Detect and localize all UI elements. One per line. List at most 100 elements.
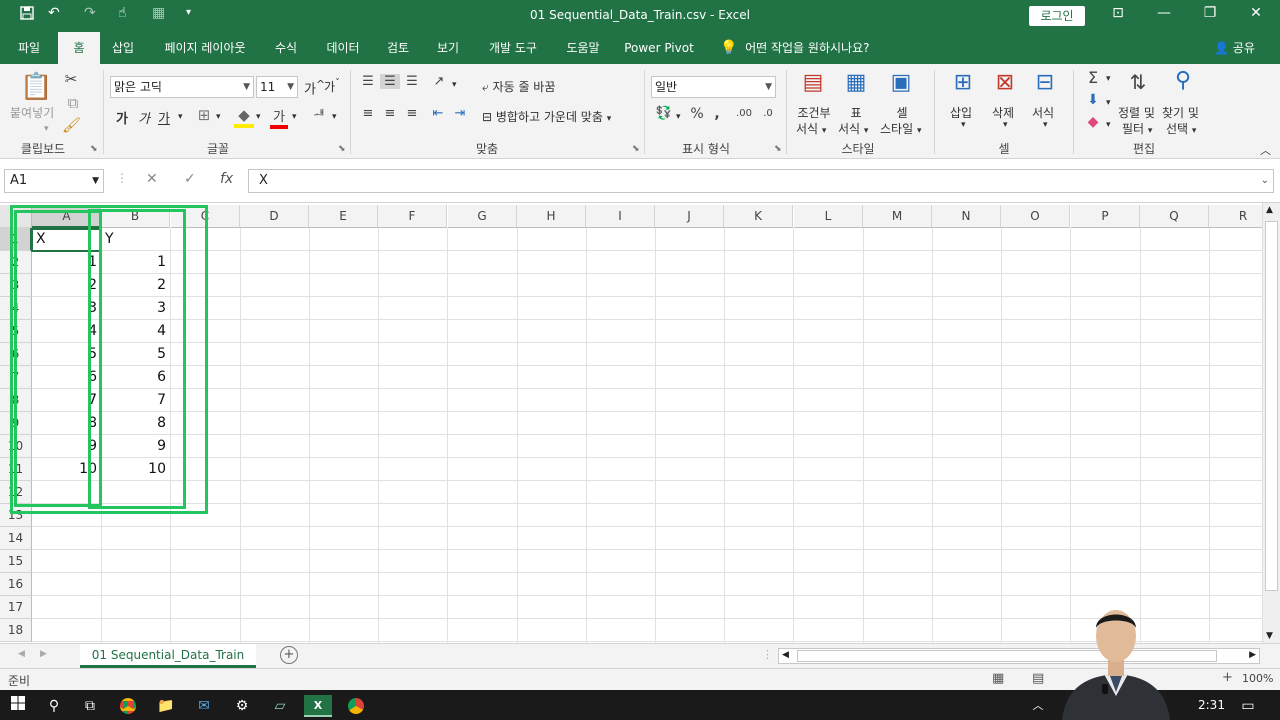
column-header-M[interactable]: M — [863, 205, 932, 228]
column-header-I[interactable]: I — [586, 205, 655, 228]
file-explorer-icon[interactable]: 📁 — [152, 695, 180, 717]
conditional-format-icon[interactable]: ▤ — [798, 70, 828, 95]
row-header-17[interactable]: 17 — [0, 596, 32, 619]
align-right-icon[interactable]: ≡ — [402, 106, 422, 121]
chrome-icon-2[interactable] — [342, 695, 370, 717]
tab-help[interactable]: 도움말 — [556, 32, 610, 64]
column-header-K[interactable]: K — [724, 205, 793, 228]
paste-dropdown-icon[interactable]: ▾ — [44, 124, 49, 134]
row-header-15[interactable]: 15 — [0, 550, 32, 573]
expand-formula-icon[interactable]: ⌄ — [1261, 170, 1269, 192]
number-launcher-icon[interactable]: ⬊ — [774, 144, 782, 154]
add-sheet-icon[interactable]: + — [280, 646, 298, 664]
column-header-F[interactable]: F — [378, 205, 447, 228]
find-select-icon[interactable]: ⚲ — [1168, 68, 1198, 93]
notification-icon[interactable]: ▭ — [1234, 695, 1262, 717]
worksheet-grid[interactable]: ABCDEFGHIJKLMNOPQR 1 2 3 4 5 6 7 8 9 10 11 12 13 14 15… — [0, 203, 1262, 643]
underline-dropdown-icon[interactable]: ▾ — [178, 112, 183, 122]
fill-dropdown-icon[interactable]: ▾ — [256, 112, 261, 122]
font-size-combo[interactable]: 11 ▼ — [256, 76, 298, 98]
underline-button[interactable]: 가 — [158, 108, 170, 127]
column-header-G[interactable]: G — [448, 205, 517, 228]
collapse-ribbon-icon[interactable]: ︿ — [1260, 142, 1271, 158]
fill-color-icon[interactable]: ◆ — [234, 106, 254, 128]
align-bottom-icon[interactable]: ☰ — [402, 74, 422, 89]
tab-page-layout[interactable]: 페이지 레이아웃 — [152, 32, 258, 64]
close-icon[interactable]: ✕ — [1233, 5, 1279, 21]
orientation-dropdown-icon[interactable]: ▾ — [452, 80, 457, 90]
phonetic-dropdown-icon[interactable]: ▾ — [332, 112, 337, 122]
notepad-icon[interactable]: ▱ — [266, 695, 294, 717]
increase-decimal-icon[interactable]: .00 — [734, 108, 754, 119]
prev-sheet-icon[interactable]: ◀ — [18, 649, 25, 659]
fill-down-icon[interactable]: ⬇ — [1084, 92, 1102, 108]
align-left-icon[interactable]: ≡ — [358, 106, 378, 121]
increase-indent-icon[interactable]: ⇥ — [450, 106, 470, 121]
clear-dropdown-icon[interactable]: ▾ — [1106, 120, 1111, 130]
insert-function-icon[interactable]: fx — [220, 171, 233, 187]
accounting-icon[interactable]: 💱 — [654, 106, 674, 121]
cancel-icon[interactable]: ✕ — [146, 171, 158, 187]
column-header-R[interactable]: R — [1209, 205, 1262, 228]
bold-button[interactable]: 가 — [116, 108, 128, 127]
delete-cells-button[interactable]: 삭제 — [992, 104, 1014, 121]
login-button[interactable]: 로그인 — [1029, 6, 1085, 26]
chrome-icon[interactable] — [114, 695, 142, 717]
settings-gear-icon[interactable]: ⚙ — [228, 695, 256, 717]
autosum-dropdown-icon[interactable]: ▾ — [1106, 74, 1111, 84]
alignment-launcher-icon[interactable]: ⬊ — [632, 144, 640, 154]
align-top-icon[interactable]: ☰ — [358, 74, 378, 89]
task-view-icon[interactable]: ⧉ — [76, 695, 104, 717]
tray-chevron-icon[interactable]: ︿ — [1024, 695, 1052, 717]
vertical-scroll-thumb[interactable] — [1265, 221, 1278, 591]
paste-button[interactable]: 붙여넣기 — [10, 104, 54, 121]
decrease-indent-icon[interactable]: ⇤ — [428, 106, 448, 121]
column-header-D[interactable]: D — [240, 205, 309, 228]
tell-me-box[interactable]: 💡 어떤 작업을 원하시나요? — [720, 32, 869, 64]
zoom-in-icon[interactable]: + — [1222, 670, 1233, 685]
format-painter-icon[interactable]: 🖌 — [62, 116, 81, 134]
clock[interactable]: 2:31 — [1198, 698, 1225, 712]
copy-icon[interactable]: ⧉ — [62, 94, 84, 112]
align-center-icon[interactable]: ≡ — [380, 106, 400, 121]
share-button[interactable]: 👤 공유 — [1214, 32, 1255, 64]
cell-styles-icon[interactable]: ▣ — [886, 70, 916, 95]
column-header-J[interactable]: J — [655, 205, 724, 228]
font-launcher-icon[interactable]: ⬊ — [338, 144, 346, 154]
sheet-tab-active[interactable]: 01 Sequential_Data_Train — [80, 644, 256, 668]
vertical-scrollbar[interactable]: ▲ ▼ — [1262, 203, 1280, 643]
fill-dropdown-icon[interactable]: ▾ — [1106, 98, 1111, 108]
wrap-text-button[interactable]: ⤶ 자동 줄 바꿈 — [482, 78, 555, 95]
conditional-format-button[interactable]: 조건부 — [796, 104, 832, 121]
enter-icon[interactable]: ✓ — [184, 171, 196, 187]
percent-icon[interactable]: % — [688, 106, 706, 122]
shrink-font-button[interactable]: 가ˇ — [324, 78, 340, 95]
font-name-combo[interactable]: 맑은 고딕 ▼ — [110, 76, 254, 98]
border-dropdown-icon[interactable]: ▾ — [216, 112, 221, 122]
find-select-button[interactable]: 찾기 및 — [1162, 104, 1199, 121]
tab-home[interactable]: 홈 — [58, 32, 100, 64]
start-icon[interactable] — [4, 695, 32, 717]
font-color-icon[interactable]: 가 — [270, 106, 288, 129]
format-cells-icon[interactable]: ⊟ — [1030, 70, 1060, 95]
cut-icon[interactable]: ✂ — [62, 70, 80, 88]
grow-font-button[interactable]: 가^ — [304, 78, 325, 97]
mail-icon[interactable]: ✉ — [190, 695, 218, 717]
tab-formulas[interactable]: 수식 — [264, 32, 308, 64]
column-header-P[interactable]: P — [1071, 205, 1140, 228]
sort-filter-icon[interactable]: ⇅ — [1124, 70, 1152, 94]
insert-cells-icon[interactable]: ⊞ — [948, 70, 978, 95]
scroll-up-icon[interactable]: ▲ — [1266, 205, 1273, 215]
row-header-16[interactable]: 16 — [0, 573, 32, 596]
tab-power-pivot[interactable]: Power Pivot — [620, 32, 698, 64]
paste-icon[interactable]: 📋 — [20, 72, 52, 102]
clear-icon[interactable]: ◆ — [1084, 114, 1102, 130]
row-header-18[interactable]: 18 — [0, 619, 32, 642]
tab-split-grip-icon[interactable]: ⋮ — [762, 648, 773, 661]
column-header-L[interactable]: L — [794, 205, 863, 228]
format-table-icon[interactable]: ▦ — [842, 70, 870, 95]
formula-input[interactable]: X ⌄ — [248, 169, 1274, 193]
column-header-E[interactable]: E — [309, 205, 378, 228]
next-sheet-icon[interactable]: ▶ — [40, 649, 47, 659]
italic-button[interactable]: 가 — [138, 108, 150, 127]
